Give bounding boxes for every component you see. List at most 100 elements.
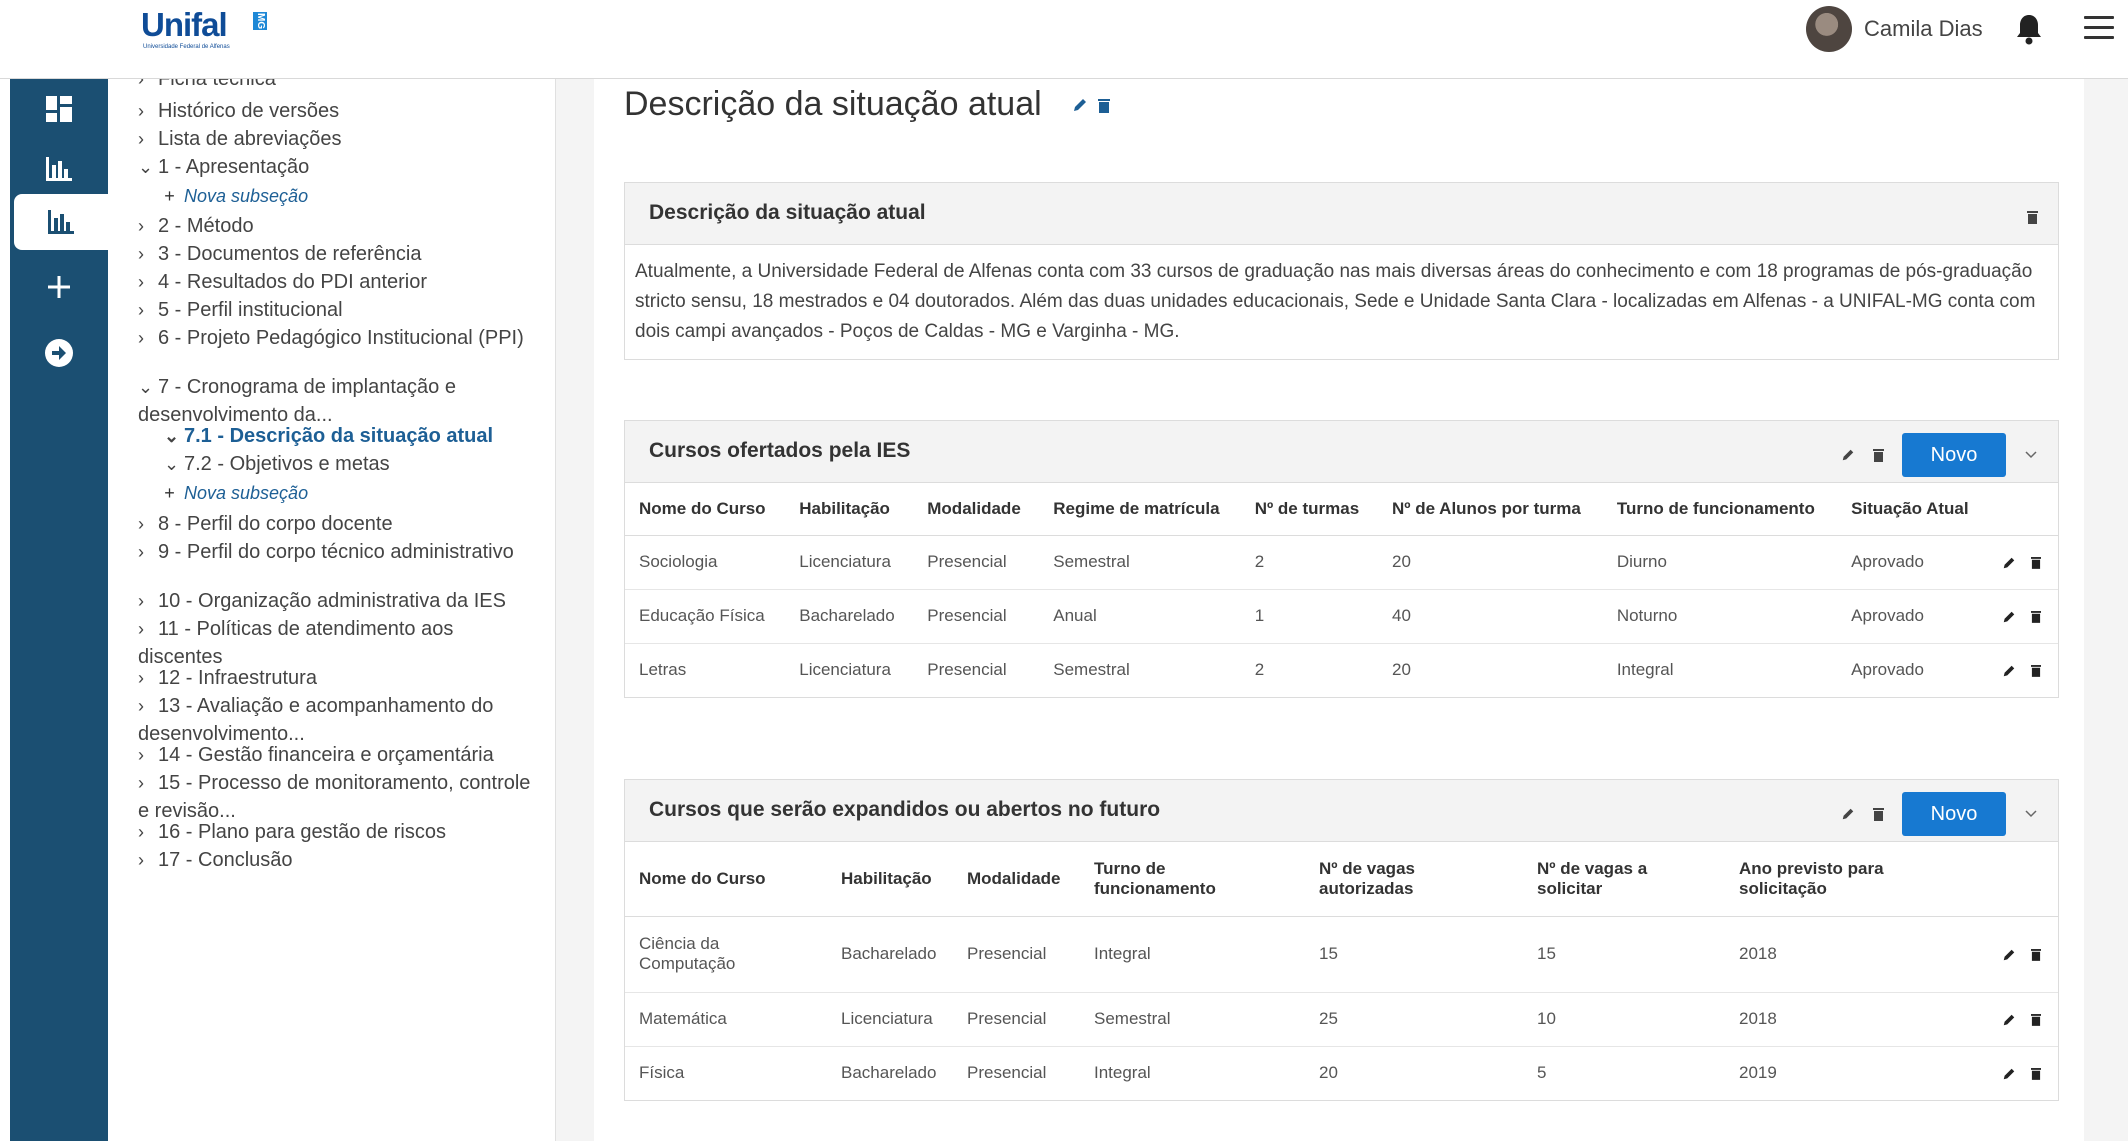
card-title: Descrição da situação atual: [649, 201, 926, 224]
bell-icon[interactable]: [2014, 12, 2044, 46]
plus-icon: +: [164, 483, 175, 503]
column-header[interactable]: Turno de funcionamento: [1602, 483, 1838, 536]
user-menu[interactable]: Camila Dias: [1806, 6, 1983, 52]
tree-item[interactable]: › Lista de abreviações: [138, 125, 341, 153]
column-header[interactable]: Habilitação: [827, 842, 953, 917]
rail-add[interactable]: [10, 259, 108, 315]
avatar[interactable]: [1806, 6, 1852, 52]
column-header[interactable]: Habilitação: [785, 483, 914, 536]
pencil-icon[interactable]: [1072, 97, 1088, 113]
column-header[interactable]: Nº de vagas a solicitar: [1523, 842, 1725, 917]
column-header[interactable]: Nome do Curso: [625, 842, 827, 917]
tree-item[interactable]: › 6 - Projeto Pedagógico Institucional (P…: [138, 324, 538, 352]
tree-item[interactable]: ⌄ 1 - Apresentação: [138, 153, 309, 181]
chevron-down-icon[interactable]: [2024, 450, 2038, 460]
pencil-icon[interactable]: [2002, 1013, 2016, 1027]
description-card: Descrição da situação atual Atualmente, …: [624, 182, 2059, 360]
trash-icon[interactable]: [2030, 556, 2041, 569]
table-cell: Anual: [1039, 589, 1241, 644]
column-header[interactable]: Situação Atual: [1837, 483, 1988, 536]
plus-icon: [48, 276, 70, 298]
user-name[interactable]: Camila Dias: [1864, 16, 1983, 42]
table-cell: Aprovado: [1837, 535, 1988, 590]
tree-item[interactable]: › 11 - Políticas de atendimento aos disce…: [138, 615, 538, 671]
new-course-button[interactable]: Novo: [1902, 433, 2006, 477]
chevron-down-icon[interactable]: [2024, 809, 2038, 819]
column-header[interactable]: Nº de vagas autorizadas: [1305, 842, 1523, 917]
column-header[interactable]: Modalidade: [953, 842, 1080, 917]
trash-icon[interactable]: [2030, 1013, 2041, 1026]
trash-icon[interactable]: [2030, 1067, 2041, 1081]
table-cell: Licenciatura: [799, 660, 891, 680]
tree-item[interactable]: › 2 - Método: [138, 212, 254, 240]
column-header[interactable]: Nome do Curso: [625, 483, 786, 536]
tree-item[interactable]: › 12 - Infraestrutura: [138, 664, 317, 692]
pencil-icon[interactable]: [2002, 664, 2016, 678]
trash-icon[interactable]: [2030, 610, 2041, 623]
description-text: Atualmente, a Universidade Federal de Al…: [635, 261, 2036, 342]
column-header[interactable]: Nº de turmas: [1240, 483, 1379, 536]
bar-chart-icon: [46, 157, 72, 181]
tree-item[interactable]: › 15 - Processo de monitoramento, control…: [138, 769, 538, 825]
tree-item[interactable]: › 17 - Conclusão: [138, 846, 293, 874]
chevron-down-icon: ⌄: [164, 454, 180, 474]
tree-item[interactable]: › 3 - Documentos de referência: [138, 240, 421, 268]
plus-icon: +: [164, 186, 175, 206]
pencil-icon[interactable]: [1841, 448, 1855, 462]
pencil-icon[interactable]: [1841, 807, 1855, 821]
column-header[interactable]: Regime de matrícula: [1039, 483, 1241, 536]
hamburger-menu-icon[interactable]: [2084, 16, 2114, 40]
pencil-icon[interactable]: [2002, 948, 2016, 962]
tree-item-active[interactable]: ⌄ 7.1 - Descrição da situação atual: [164, 422, 493, 450]
column-header[interactable]: Modalidade: [913, 483, 1040, 536]
courses-offered-table: Nome do Curso Habilitação Modalidade Reg…: [625, 483, 2058, 697]
tree-item[interactable]: › 10 - Organização administrativa da IES: [138, 587, 506, 615]
trash-icon[interactable]: [1873, 807, 1884, 821]
tree-item[interactable]: › 8 - Perfil do corpo docente: [138, 510, 393, 538]
future-courses-card: Cursos que serão expandidos ou abertos n…: [624, 779, 2059, 1101]
table-cell: Ciência da Computação: [625, 916, 827, 993]
tree-item[interactable]: ⌄ 7 - Cronograma de implantação e desenvo…: [138, 373, 538, 429]
trash-icon[interactable]: [2027, 210, 2038, 224]
trash-icon[interactable]: [2030, 664, 2041, 678]
tree-item[interactable]: › Ficha técnica: [138, 79, 276, 93]
trash-icon[interactable]: [2030, 948, 2041, 961]
row-actions: [1988, 1046, 2058, 1100]
logo-subtitle: Universidade Federal de Alfenas: [143, 44, 230, 50]
rail-logout[interactable]: [10, 325, 108, 381]
tree-item[interactable]: › 16 - Plano para gestão de riscos: [138, 818, 446, 846]
column-header[interactable]: Turno de funcionamento: [1080, 842, 1305, 917]
new-future-course-button[interactable]: Novo: [1902, 792, 2006, 836]
new-subsection-link[interactable]: + Nova subseção: [164, 479, 308, 507]
rail-dashboard[interactable]: [10, 81, 108, 137]
title-actions: [1072, 97, 1110, 113]
tree-item[interactable]: › Histórico de versões: [138, 97, 339, 125]
tree-item[interactable]: › 13 - Avaliação e acompanhamento do dese…: [138, 692, 538, 748]
trash-icon[interactable]: [1873, 448, 1884, 462]
card-header: Cursos que serão expandidos ou abertos n…: [625, 780, 2058, 842]
table-cell: 15: [1523, 916, 1725, 993]
table-cell: 2: [1254, 660, 1265, 680]
table-cell: 25: [1305, 992, 1523, 1047]
pencil-icon[interactable]: [2002, 556, 2016, 570]
rail-reports[interactable]: [10, 141, 108, 197]
trash-icon[interactable]: [1098, 97, 1110, 113]
page-title: Descrição da situação atual: [624, 85, 1042, 123]
tree-item[interactable]: › 14 - Gestão financeira e orçamentária: [138, 741, 494, 769]
tree-item[interactable]: ⌄ 7.2 - Objetivos e metas: [164, 450, 390, 478]
column-header[interactable]: Nº de Alunos por turma: [1378, 483, 1603, 536]
table-row: Educação Física Bacharelado Presencial A…: [625, 589, 2058, 644]
new-subsection-link[interactable]: + Nova subseção: [164, 182, 308, 210]
rail-pdi-active[interactable]: [14, 194, 108, 250]
unifal-logo[interactable]: Unifal MG Universidade Federal de Alfena…: [141, 6, 267, 52]
column-header[interactable]: Ano previsto para solicitação: [1725, 842, 1988, 917]
row-actions: [1988, 643, 2058, 697]
tree-item[interactable]: › 5 - Perfil institucional: [138, 296, 343, 324]
table-cell: Presencial: [953, 916, 1080, 993]
tree-item[interactable]: › 4 - Resultados do PDI anterior: [138, 268, 427, 296]
pencil-icon[interactable]: [2002, 1067, 2016, 1081]
table-cell: Presencial: [913, 535, 1040, 590]
table-row: Sociologia Licenciatura Presencial Semes…: [625, 535, 2058, 590]
pencil-icon[interactable]: [2002, 610, 2016, 624]
tree-item[interactable]: › 9 - Perfil do corpo técnico administrat…: [138, 538, 538, 566]
